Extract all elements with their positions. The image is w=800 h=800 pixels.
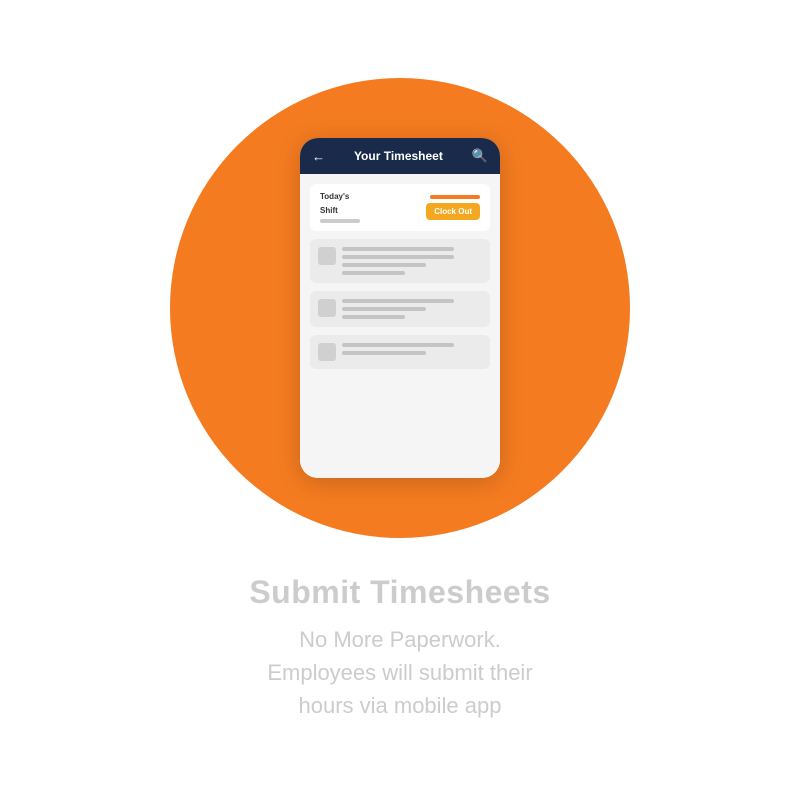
shift-label-line2: Shift — [320, 206, 360, 216]
card-icon-1 — [318, 247, 336, 265]
card-line — [342, 247, 454, 251]
card-line — [342, 351, 426, 355]
phone-body: Today's Shift Clock Out — [300, 174, 500, 478]
phone-mockup: ← Your Timesheet 🔍 Today's Shift Clock — [300, 138, 500, 478]
card-icon-3 — [318, 343, 336, 361]
shift-right-area: Clock Out — [426, 195, 480, 220]
timesheet-card-1 — [310, 239, 490, 283]
main-title: Submit Timesheets — [249, 574, 550, 611]
shift-bar — [320, 219, 360, 223]
card-lines-2 — [342, 299, 482, 319]
shift-label-area: Today's Shift — [320, 192, 360, 223]
page-container: ← Your Timesheet 🔍 Today's Shift Clock — [0, 0, 800, 800]
orange-circle: ← Your Timesheet 🔍 Today's Shift Clock — [170, 78, 630, 538]
text-section: Submit Timesheets No More Paperwork. Emp… — [189, 574, 610, 722]
card-line — [342, 255, 454, 259]
phone-header: ← Your Timesheet 🔍 — [300, 138, 500, 174]
desc-line1: No More Paperwork. — [299, 627, 501, 652]
shift-label-line1: Today's — [320, 192, 360, 202]
card-icon-2 — [318, 299, 336, 317]
orange-progress-line — [430, 195, 480, 199]
search-icon[interactable]: 🔍 — [472, 148, 488, 164]
card-lines-3 — [342, 343, 482, 355]
card-line — [342, 307, 426, 311]
timesheet-card-2 — [310, 291, 490, 327]
desc-line2: Employees will submit their — [267, 660, 532, 685]
desc-line3: hours via mobile app — [298, 693, 501, 718]
back-button[interactable]: ← — [312, 149, 325, 164]
timesheet-card-3 — [310, 335, 490, 369]
shift-row: Today's Shift Clock Out — [310, 184, 490, 231]
clock-out-button[interactable]: Clock Out — [426, 203, 480, 220]
card-line — [342, 315, 405, 319]
card-line — [342, 299, 454, 303]
card-line — [342, 343, 454, 347]
back-icon: ← — [312, 149, 325, 164]
phone-title: Your Timesheet — [354, 149, 443, 163]
card-lines-1 — [342, 247, 482, 275]
card-line — [342, 271, 405, 275]
sub-description: No More Paperwork. Employees will submit… — [249, 623, 550, 722]
card-line — [342, 263, 426, 267]
